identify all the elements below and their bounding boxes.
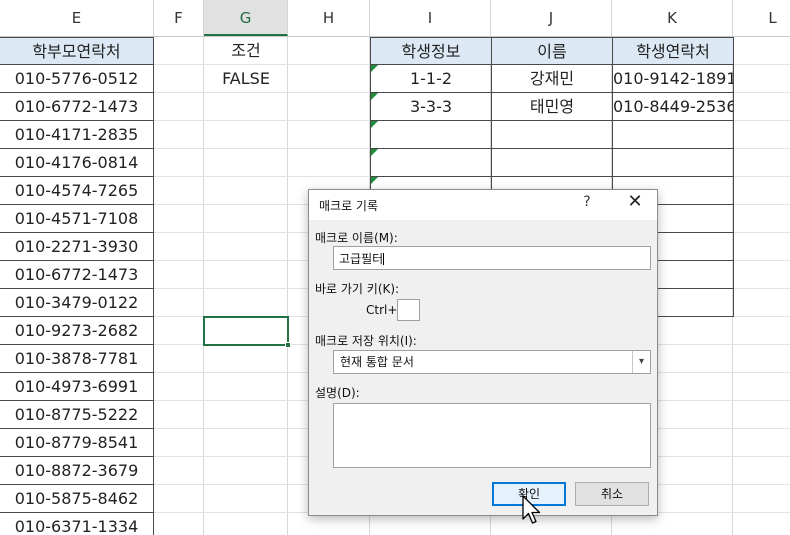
student-contact-cell[interactable]: 010-8449-2536 — [612, 93, 734, 121]
criteria-header[interactable]: 조건 — [204, 37, 288, 65]
student-info-cell[interactable] — [370, 149, 492, 177]
student-info-header[interactable]: 학생정보 — [370, 37, 492, 65]
column-header-g[interactable]: G — [204, 0, 288, 36]
description-textarea[interactable] — [333, 403, 651, 468]
parent-contact-cell[interactable]: 010-8872-3679 — [0, 457, 154, 485]
student-name-cell[interactable]: 강재민 — [491, 65, 613, 93]
shortcut-key-input[interactable] — [397, 299, 420, 321]
student-contact-cell[interactable]: 010-9142-1891 — [612, 65, 734, 93]
parent-contact-cell[interactable]: 010-3479-0122 — [0, 289, 154, 317]
criteria-value[interactable]: FALSE — [204, 65, 288, 93]
student-info-cell[interactable] — [370, 121, 492, 149]
dialog-title: 매크로 기록 — [319, 199, 379, 213]
student-info-cell[interactable]: 3-3-3 — [370, 93, 492, 121]
column-header-l[interactable]: L — [733, 0, 790, 36]
parent-contact-cell[interactable]: 010-5875-8462 — [0, 485, 154, 513]
ctrl-label: Ctrl+ — [366, 303, 398, 317]
chevron-down-icon[interactable]: ▾ — [632, 351, 650, 373]
parent-contact-cell[interactable]: 010-6772-1473 — [0, 93, 154, 121]
column-header-i[interactable]: I — [370, 0, 491, 36]
active-cell-selection[interactable] — [203, 316, 291, 348]
parent-contact-cell[interactable]: 010-9273-2682 — [0, 317, 154, 345]
store-macro-label: 매크로 저장 위치(I): — [315, 334, 417, 348]
column-header-f[interactable]: F — [154, 0, 204, 36]
student-info-cell[interactable]: 1-1-2 — [370, 65, 492, 93]
student-contact-header[interactable]: 학생연락처 — [612, 37, 734, 65]
student-name-cell[interactable] — [491, 121, 613, 149]
close-icon[interactable]: ✕ — [623, 191, 647, 212]
error-flag-icon — [371, 93, 378, 100]
mouse-pointer-icon — [522, 495, 541, 524]
dialog-titlebar[interactable]: 매크로 기록 ? ✕ — [309, 190, 657, 220]
parent-contact-cell[interactable]: 010-4176-0814 — [0, 149, 154, 177]
parent-contact-cell[interactable]: 010-8779-8541 — [0, 429, 154, 457]
column-header-h[interactable]: H — [288, 0, 370, 36]
text-caret — [383, 253, 385, 265]
macro-name-label: 매크로 이름(M): — [315, 231, 398, 245]
parent-contact-cell[interactable]: 010-6772-1473 — [0, 261, 154, 289]
column-header-j[interactable]: J — [491, 0, 612, 36]
parent-contact-header[interactable]: 학부모연락처 — [0, 37, 154, 65]
macro-name-input[interactable]: 고급필터 — [333, 246, 651, 270]
name-header[interactable]: 이름 — [491, 37, 613, 65]
parent-contact-cell[interactable]: 010-4171-2835 — [0, 121, 154, 149]
error-flag-icon — [371, 177, 378, 184]
student-name-cell[interactable] — [491, 149, 613, 177]
help-icon[interactable]: ? — [577, 194, 597, 210]
student-name-cell[interactable]: 태민영 — [491, 93, 613, 121]
error-flag-icon — [371, 121, 378, 128]
fill-handle[interactable] — [285, 342, 291, 348]
parent-contact-cell[interactable]: 010-6371-1334 — [0, 513, 154, 535]
parent-contact-cell[interactable]: 010-4973-6991 — [0, 373, 154, 401]
column-header-k[interactable]: K — [612, 0, 733, 36]
parent-contact-cell[interactable]: 010-2271-3930 — [0, 233, 154, 261]
column-header-e[interactable]: E — [0, 0, 154, 36]
student-contact-cell[interactable] — [612, 149, 734, 177]
parent-contact-cell[interactable]: 010-5776-0512 — [0, 65, 154, 93]
parent-contact-cell[interactable]: 010-8775-5222 — [0, 401, 154, 429]
student-contact-cell[interactable] — [612, 121, 734, 149]
error-flag-icon — [371, 149, 378, 156]
parent-contact-cell[interactable]: 010-4571-7108 — [0, 205, 154, 233]
column-header-row: E F G H I J K L — [0, 0, 790, 37]
description-label: 설명(D): — [315, 386, 360, 400]
store-macro-select[interactable]: 현재 통합 문서 ▾ — [333, 350, 651, 374]
cancel-button[interactable]: 취소 — [575, 482, 649, 506]
parent-contact-cell[interactable]: 010-3878-7781 — [0, 345, 154, 373]
error-flag-icon — [371, 65, 378, 72]
shortcut-key-label: 바로 가기 키(K): — [315, 282, 400, 296]
parent-contact-cell[interactable]: 010-4574-7265 — [0, 177, 154, 205]
record-macro-dialog: 매크로 기록 ? ✕ 매크로 이름(M): 고급필터 바로 가기 키(K): C… — [308, 189, 658, 516]
